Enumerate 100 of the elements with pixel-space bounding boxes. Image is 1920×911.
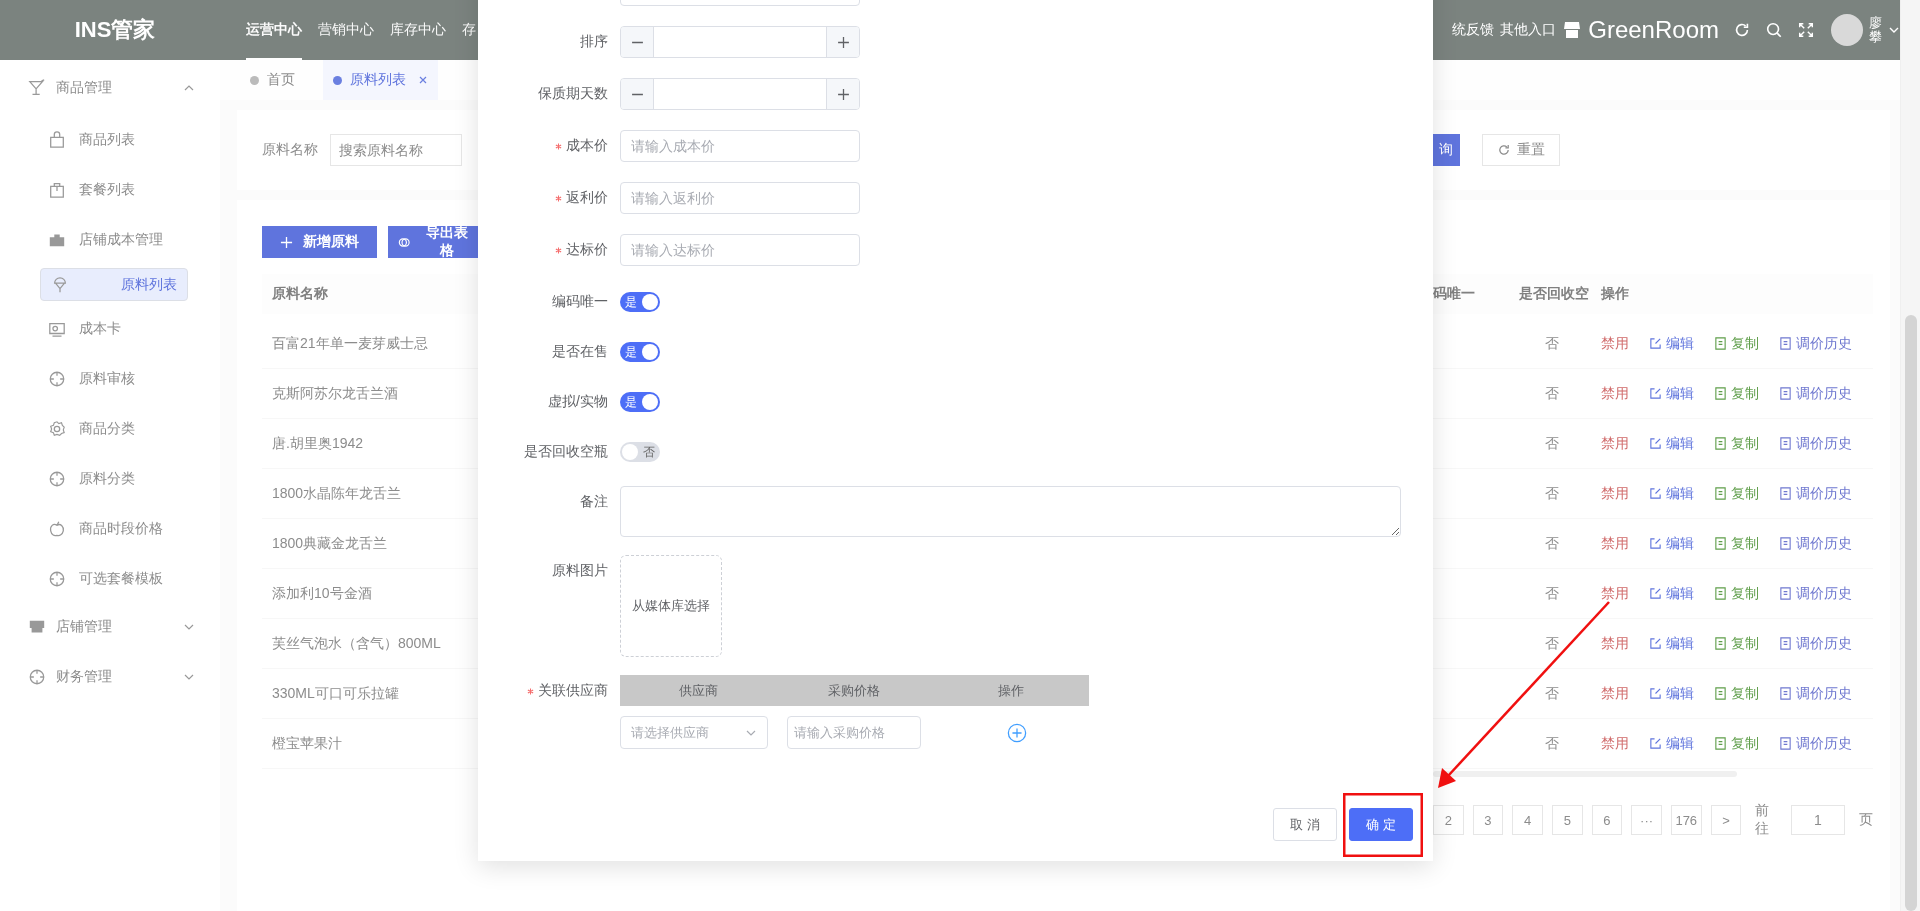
increase-button[interactable] [826, 27, 859, 57]
field-label: 达标价 [566, 241, 608, 259]
action-link[interactable]: 复制 [1714, 584, 1759, 603]
action-link[interactable]: 编辑 [1649, 734, 1694, 753]
action-link[interactable]: 禁用 [1601, 484, 1629, 503]
sidebar-item[interactable]: 原料分类 [40, 457, 202, 501]
cancel-button[interactable]: 取 消 [1273, 808, 1337, 841]
scrollbar[interactable] [1433, 771, 1737, 777]
nav-tab[interactable]: 存 [462, 0, 476, 60]
action-link[interactable]: 禁用 [1601, 634, 1629, 653]
sidebar-item[interactable]: 成本卡 [40, 307, 202, 351]
page-button[interactable]: 3 [1472, 805, 1504, 835]
toggle-switch[interactable]: 否 [620, 442, 660, 462]
page-button[interactable]: 2 [1433, 805, 1464, 835]
sidebar-item[interactable]: 可选套餐模板 [40, 557, 202, 601]
action-link[interactable]: 禁用 [1601, 584, 1629, 603]
action-link[interactable]: 禁用 [1601, 334, 1629, 353]
action-link[interactable]: 禁用 [1601, 734, 1629, 753]
action-link[interactable]: 调价历史 [1779, 434, 1852, 453]
next-page-button[interactable]: > [1710, 805, 1742, 835]
action-link[interactable]: 禁用 [1601, 384, 1629, 403]
page-input[interactable]: 1 [1791, 805, 1845, 835]
header-link[interactable]: 其他入口 [1500, 21, 1557, 39]
nav-tab[interactable]: 库存中心 [390, 0, 446, 60]
gear-icon [48, 420, 66, 438]
action-link[interactable]: 编辑 [1649, 384, 1694, 403]
toggle-switch[interactable]: 是 [620, 292, 660, 312]
sidebar-group[interactable]: 财务管理 [0, 657, 220, 697]
page-button[interactable]: ··· [1631, 805, 1662, 835]
input-field[interactable]: 请输入返利价 [620, 182, 860, 214]
action-link[interactable]: 编辑 [1649, 334, 1694, 353]
action-link[interactable]: 调价历史 [1779, 634, 1852, 653]
search-icon[interactable] [1765, 21, 1783, 39]
action-link[interactable]: 复制 [1714, 534, 1759, 553]
toggle-switch[interactable]: 是 [620, 342, 660, 362]
action-link[interactable]: 编辑 [1649, 484, 1694, 503]
dropdown-field[interactable]: 请选择供应商 [620, 716, 768, 749]
toggle-switch[interactable]: 是 [620, 392, 660, 412]
increase-button[interactable] [826, 79, 859, 109]
reset-button[interactable]: 重置 [1482, 134, 1560, 166]
user-name[interactable]: 廖攀 [1869, 15, 1882, 45]
add-icon[interactable] [1007, 722, 1027, 743]
page-tab[interactable]: 原料列表 [323, 60, 438, 100]
action-link[interactable]: 复制 [1714, 484, 1759, 503]
action-link[interactable]: 复制 [1714, 434, 1759, 453]
action-link[interactable]: 复制 [1714, 634, 1759, 653]
plus-icon [836, 87, 850, 101]
link-icon [398, 235, 411, 249]
upload-box[interactable]: 从媒体库选择 [620, 555, 722, 657]
page-button[interactable]: 6 [1591, 805, 1623, 835]
add-button[interactable]: 新增原料 [262, 226, 377, 258]
page-button[interactable]: 176 [1670, 805, 1702, 835]
action-link[interactable]: 调价历史 [1779, 534, 1852, 553]
sidebar-item[interactable]: 店铺成本管理 [40, 218, 202, 262]
input-field[interactable]: 请输入采购价格 [787, 716, 921, 749]
notes-field[interactable] [620, 486, 1401, 537]
action-link[interactable]: 复制 [1714, 734, 1759, 753]
document-icon [1779, 687, 1792, 700]
action-link[interactable]: 复制 [1714, 384, 1759, 403]
app-logo: INS管家 [73, 16, 157, 44]
sidebar-group[interactable]: 店铺管理 [0, 607, 220, 647]
confirm-button[interactable]: 确 定 [1349, 808, 1413, 841]
scrollbar[interactable] [1900, 0, 1920, 911]
table-cell-text: 否 [1544, 483, 1560, 503]
fullscreen-icon[interactable] [1797, 21, 1815, 39]
nav-tab[interactable]: 营销中心 [318, 0, 374, 60]
action-link[interactable]: 复制 [1714, 684, 1759, 703]
sidebar-item[interactable]: 原料审核 [40, 357, 202, 401]
refresh-icon[interactable] [1733, 21, 1751, 39]
sidebar-group[interactable]: 商品管理 [0, 68, 220, 108]
action-link[interactable]: 编辑 [1649, 584, 1694, 603]
action-link[interactable]: 调价历史 [1779, 484, 1852, 503]
action-link[interactable]: 调价历史 [1779, 734, 1852, 753]
page-button[interactable]: 4 [1512, 805, 1543, 835]
sidebar-item[interactable]: 套餐列表 [40, 168, 202, 212]
action-link[interactable]: 复制 [1714, 334, 1759, 353]
action-link[interactable]: 编辑 [1649, 534, 1694, 553]
action-link[interactable]: 禁用 [1601, 684, 1629, 703]
action-link[interactable]: 禁用 [1601, 434, 1629, 453]
sidebar-item[interactable]: 商品列表 [40, 118, 202, 162]
avatar[interactable] [1831, 14, 1863, 46]
close-icon[interactable] [418, 75, 428, 85]
sidebar-item[interactable]: 原料列表 [40, 268, 188, 301]
action-link[interactable]: 编辑 [1649, 684, 1694, 703]
sidebar-item[interactable]: 商品时段价格 [40, 507, 202, 551]
search-field[interactable]: 搜索原料名称 [330, 134, 462, 166]
action-link[interactable]: 调价历史 [1779, 684, 1852, 703]
input-field[interactable]: 请输入达标价 [620, 234, 860, 266]
sidebar-item[interactable]: 商品分类 [40, 407, 202, 451]
page-tab[interactable]: 首页 [240, 60, 305, 100]
table-cell-text: 否 [1544, 433, 1560, 453]
page-button[interactable]: 5 [1551, 805, 1583, 835]
action-link[interactable]: 调价历史 [1779, 384, 1852, 403]
action-link[interactable]: 编辑 [1649, 434, 1694, 453]
header-link[interactable]: 统反馈 [1452, 21, 1495, 39]
action-link[interactable]: 禁用 [1601, 534, 1629, 553]
action-link[interactable]: 调价历史 [1779, 334, 1852, 353]
action-link[interactable]: 编辑 [1649, 634, 1694, 653]
input-field[interactable]: 请输入成本价 [620, 130, 860, 162]
action-link[interactable]: 调价历史 [1779, 584, 1852, 603]
